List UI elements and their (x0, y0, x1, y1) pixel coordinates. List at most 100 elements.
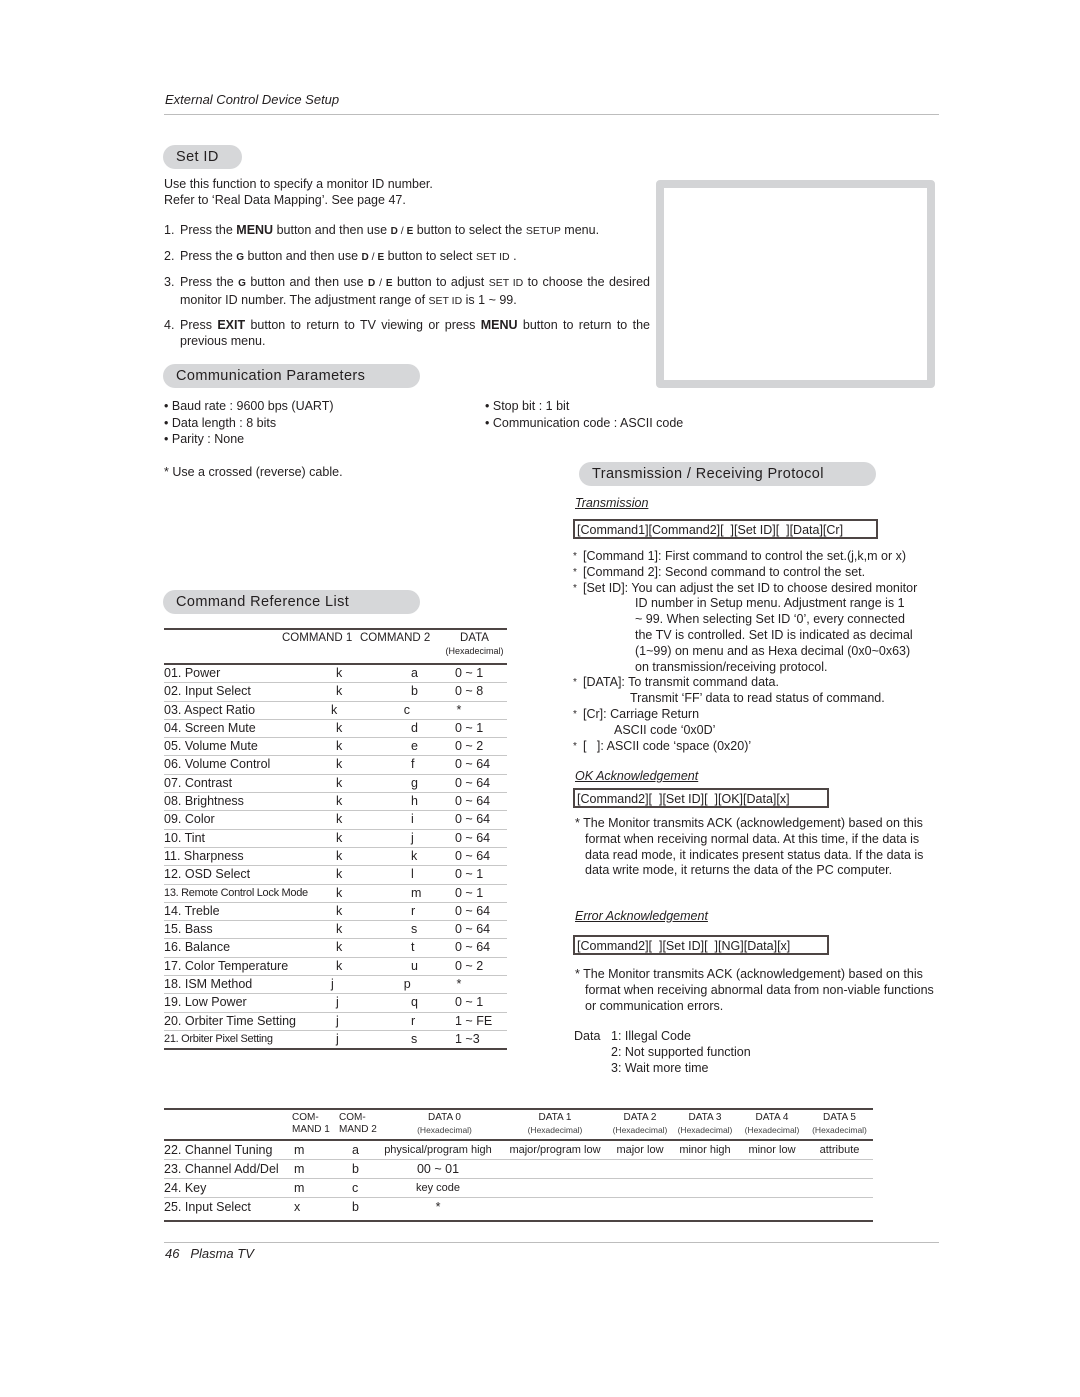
command-2: e (411, 739, 418, 754)
param-parity: • Parity : None (164, 432, 245, 446)
error-ack-note: * The Monitor transmits ACK (acknowledge… (575, 967, 934, 1013)
table-body: 01. Power k a 0 ~ 1 02. Input Select k b 0 ~ 80… (164, 665, 507, 1051)
col-data-2: DATA 2 (Hexadecimal) (612, 1112, 668, 1135)
command-1: m (294, 1162, 305, 1176)
page-number: 46 (165, 1246, 180, 1261)
data-0: key code (415, 1182, 461, 1194)
table-row: 20. Orbiter Time Setting j r 1 ~ FE (164, 1013, 507, 1031)
data-range: 0 ~ 2 (455, 739, 484, 754)
command-2: t (411, 940, 415, 955)
command-2: u (411, 958, 418, 973)
ok-ack-note: * The Monitor transmits ACK (acknowledge… (575, 816, 924, 878)
right-key-icon: G (238, 278, 246, 289)
command-1: k (336, 885, 343, 900)
command-1: j (330, 977, 334, 992)
transmission-format-box: [Command1][Command2][ ][Set ID][ ][Data]… (573, 519, 878, 539)
note-command-1: * [Command 1]: First command to control t… (573, 549, 907, 563)
page-footer: 46 Plasma TV (165, 1246, 254, 1261)
col-data-1: DATA 1 (Hexadecimal) (527, 1112, 583, 1135)
command-1: m (294, 1181, 305, 1195)
command-name: 25. Input Select (164, 1200, 251, 1214)
set-id-intro: Use this function to specify a monitor I… (164, 177, 433, 208)
command-1: k (336, 666, 343, 680)
up-key-icon: D (390, 226, 398, 237)
data-5 (806, 1160, 873, 1178)
command-reference-heading: Command Reference List (163, 590, 420, 614)
command-reference-table: COMMAND 1 COMMAND 2 DATA (Hexadecimal) 0… (164, 628, 507, 1051)
command-2: b (411, 684, 418, 699)
data-3: minor high (679, 1144, 731, 1156)
data-range: 0 ~ 1 (455, 867, 484, 882)
command-2: s (411, 1031, 418, 1046)
table-row: 25. Input Select x b * (164, 1198, 873, 1218)
command-1: k (330, 702, 338, 717)
command-name: 11. Sharpness (164, 848, 244, 863)
table-row: 02. Input Select k b 0 ~ 8 (164, 683, 507, 702)
col-command-2: COMMAND 2 (360, 632, 431, 644)
data-1 (502, 1198, 608, 1218)
table-row: 03. Aspect Ratio k c * (164, 702, 507, 720)
command-2: c (352, 1181, 359, 1195)
param-communication-code: • Communication code : ASCII code (485, 415, 684, 430)
table-row: 21. Orbiter Pixel Setting j s 1 ~3 (164, 1031, 507, 1051)
command-name: 13. Remote Control Lock Mode (164, 886, 308, 899)
command-2: d (411, 720, 418, 735)
data-0: physical/program high (384, 1144, 492, 1156)
table-row: 01. Power k a 0 ~ 1 (164, 665, 507, 684)
command-2: r (411, 1013, 416, 1028)
data-4 (738, 1198, 806, 1218)
command-name: 07. Contrast (164, 775, 233, 790)
set-id-intro-line-1: Use this function to specify a monitor I… (164, 177, 433, 191)
data-range: 1 ~3 (455, 1031, 480, 1046)
transmission-label: Transmission (575, 496, 649, 510)
communication-params-left: • Baud rate : 9600 bps (UART) • Data len… (164, 398, 334, 448)
data-range: 0 ~ 64 (455, 922, 491, 937)
command-name: 14. Treble (164, 903, 220, 918)
data-range: 0 ~ 64 (455, 903, 491, 918)
command-1: k (336, 867, 343, 882)
command-1: m (294, 1143, 305, 1157)
command-2: k (411, 848, 418, 863)
command-1: k (336, 684, 343, 699)
command-name: 04. Screen Mute (164, 720, 256, 735)
command-1: j (336, 1013, 339, 1028)
extended-command-table: COM- MAND 1 COM- MAND 2 DATA 0 (Hexadecimal… (164, 1108, 873, 1222)
table-row: 24. Key m c key code (164, 1179, 873, 1198)
communication-params-right: • Stop bit : 1 bit • Communication code … (485, 398, 683, 431)
note-cr: * [Cr]: Carriage Return (573, 706, 700, 721)
col-data-0: DATA 0 (Hexadecimal) (417, 1112, 472, 1135)
table-row: 05. Volume Mute k e 0 ~ 2 (164, 738, 507, 757)
error-data-codes: Data 1: Illegal Code 2: Not supported fun… (574, 1029, 751, 1075)
ok-ack-format-box: [Command2][ ][Set ID][ ][OK][Data][x] (573, 788, 829, 808)
table-row: 10. Tint k j 0 ~ 64 (164, 830, 507, 848)
data-1 (502, 1160, 608, 1178)
note-space: *[ ]: ASCII code ‘space (0x20)’ (573, 738, 752, 753)
table-row: 04. Screen Mute k d 0 ~ 1 (164, 720, 507, 739)
command-name: 16. Balance (164, 940, 231, 955)
command-1: k (336, 775, 343, 790)
down-key-icon: E (385, 278, 393, 289)
command-name: 08. Brightness (164, 794, 244, 809)
data-3 (672, 1160, 738, 1178)
command-1: j (336, 1031, 339, 1046)
step-text: Press the MENU button and then use D / E… (180, 223, 600, 237)
command-2: j (411, 830, 414, 845)
data-1: major/program low (509, 1144, 601, 1156)
data-0: * (435, 1200, 441, 1214)
command-2: i (411, 812, 414, 827)
data-range: 1 ~ FE (455, 1013, 493, 1028)
command-2: l (411, 867, 414, 882)
data-5: attribute (819, 1144, 860, 1156)
table-header: COM- MAND 1 COM- MAND 2 DATA 0 (Hexadecimal… (164, 1110, 873, 1139)
command-name: 09. Color (164, 812, 215, 827)
transmission-notes: * [Command 1]: First command to control t… (573, 549, 938, 754)
table-row: 15. Bass k s 0 ~ 64 (164, 921, 507, 940)
step-text: Press the G button and then use D / E bu… (180, 275, 650, 307)
param-data-length: • Data length : 8 bits (164, 415, 277, 430)
table-row: 17. Color Temperature k u 0 ~ 2 (164, 958, 507, 977)
command-1: k (336, 757, 343, 772)
table-row: 16. Balance k t 0 ~ 64 (164, 939, 507, 958)
command-name: 17. Color Temperature (164, 958, 289, 973)
table-row: 08. Brightness k h 0 ~ 64 (164, 793, 507, 812)
command-name: 18. ISM Method (164, 977, 253, 992)
